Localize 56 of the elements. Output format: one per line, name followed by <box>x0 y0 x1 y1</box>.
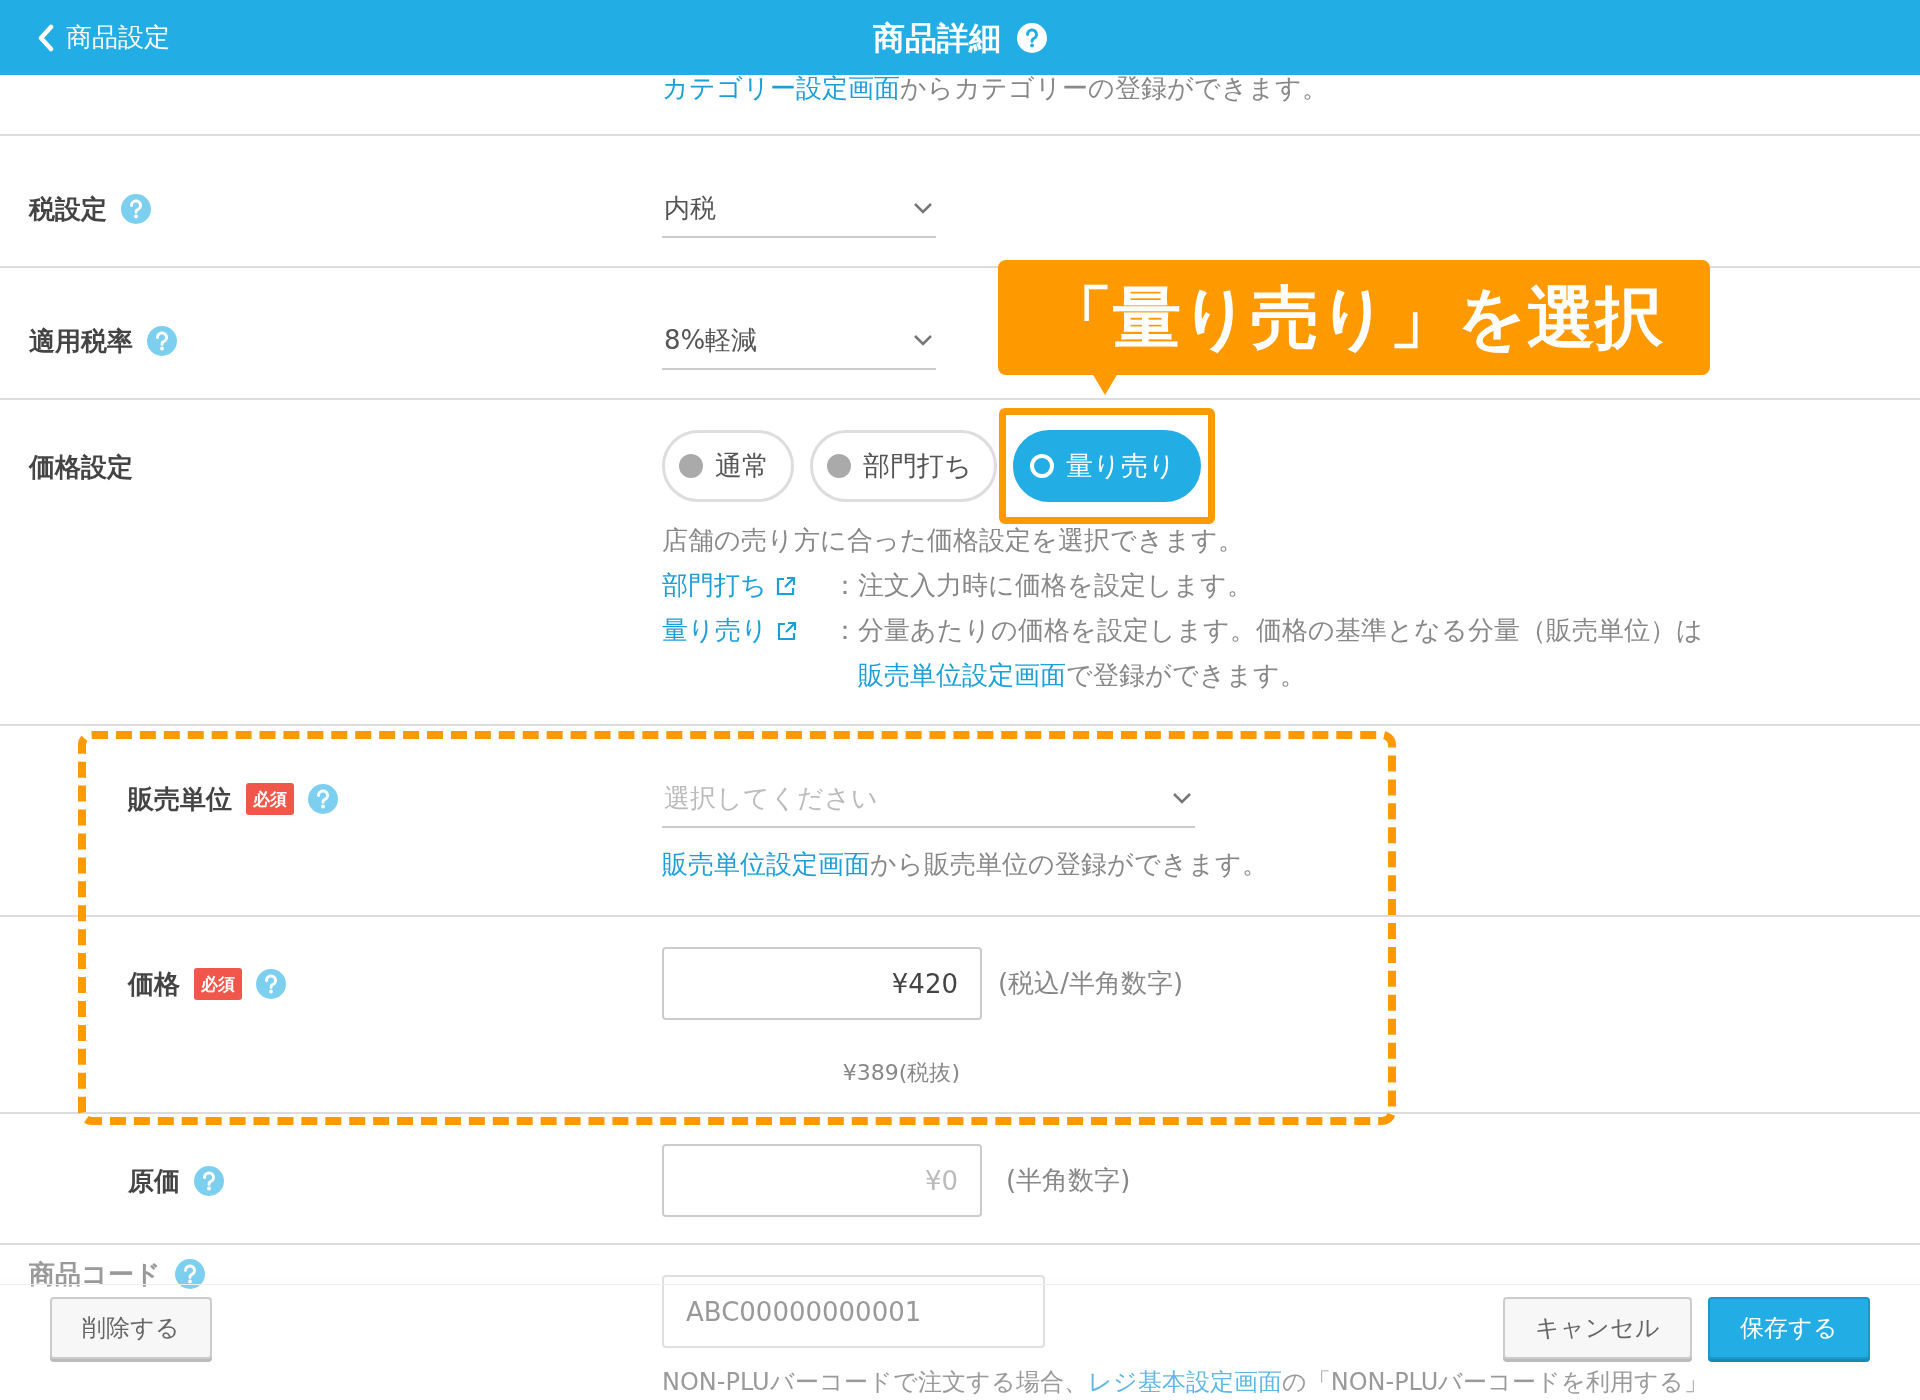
callout-pointer <box>1092 373 1118 395</box>
category-settings-link[interactable]: カテゴリー設定画面 <box>662 73 900 103</box>
field-label: 価格設定 <box>29 451 133 484</box>
required-badge: 必須 <box>246 783 294 815</box>
settings-link[interactable]: 販売単位設定画面 <box>858 660 1066 690</box>
colon-text: ： <box>832 615 858 645</box>
radio-dot-icon <box>679 454 703 478</box>
sales-unit-select[interactable]: 選択してください <box>662 770 1195 828</box>
sales-unit-settings-link[interactable]: 販売単位設定画面 <box>662 849 870 879</box>
page-title: 商品詳細 <box>873 17 1001 59</box>
back-button[interactable]: 商品設定 <box>38 0 170 75</box>
help-icon <box>1017 22 1047 53</box>
back-icon <box>38 23 54 52</box>
barcode-hint: NON-PLUバーコードで注文する場合、レジ基本設定画面の「NON-PLUバーコードを利用する」 <box>662 1368 1709 1396</box>
radio-dot-icon <box>1030 454 1054 478</box>
external-link-icon <box>775 574 797 597</box>
price-type-option[interactable]: 量り売り <box>1013 430 1201 502</box>
field-label: 原価 <box>128 1165 180 1198</box>
help-icon <box>256 969 286 999</box>
help-icon <box>194 1166 224 1196</box>
save-button[interactable]: 保存する <box>1708 1297 1870 1359</box>
chevron-down-icon <box>1171 791 1193 805</box>
input-format-note: (半角数字) <box>1006 1164 1131 1197</box>
input-format-note: (税込/半角数字) <box>998 967 1184 1000</box>
note-text: 注文入力時に価格を設定します。 <box>858 569 1254 602</box>
help-icon <box>175 1259 205 1289</box>
external-link-icon <box>776 619 798 642</box>
description-text: 店舗の売り方に合った価格設定を選択できます。 <box>662 524 1245 557</box>
help-link[interactable]: 量り売り <box>662 608 798 653</box>
required-badge: 必須 <box>194 968 242 1000</box>
sales-unit-hint: 販売単位設定画面から販売単位の登録ができます。 <box>662 848 1268 881</box>
field-label: 価格 <box>128 968 180 1001</box>
price-input[interactable]: ¥420 <box>662 947 982 1020</box>
help-icon <box>147 326 177 356</box>
product-code-input[interactable]: ABC00000000001 <box>662 1275 1045 1348</box>
field-label: 適用税率 <box>29 325 133 358</box>
help-link[interactable]: 部門打ち <box>662 563 797 608</box>
price-type-option[interactable]: 部門打ち <box>810 430 997 502</box>
register-settings-link[interactable]: レジ基本設定画面 <box>1087 1368 1282 1396</box>
chevron-down-icon <box>912 201 934 215</box>
callout-banner: 「量り売り」を選択 <box>998 260 1710 375</box>
cancel-button[interactable]: キャンセル <box>1503 1297 1692 1359</box>
note-text: 分量あたりの価格を設定します。価格の基準となる分量（販売単位）は 販売単位設定画面で登録ができます。 <box>858 614 1704 692</box>
field-label: 販売単位 <box>128 783 232 816</box>
help-icon <box>121 194 151 224</box>
cost-input[interactable]: ¥0 <box>662 1144 982 1217</box>
tax-select[interactable]: 内税 <box>662 180 936 238</box>
field-label: 税設定 <box>29 193 107 226</box>
delete-button[interactable]: 削除する <box>50 1297 212 1359</box>
chevron-down-icon <box>912 333 934 347</box>
colon-text: ： <box>832 570 858 600</box>
radio-dot-icon <box>827 454 851 478</box>
tax-excluded-price: ¥389(税抜) <box>842 1060 960 1085</box>
help-icon <box>308 784 338 814</box>
tax-rate-select[interactable]: 8%軽減 <box>662 312 936 370</box>
price-type-option[interactable]: 通常 <box>662 430 794 502</box>
